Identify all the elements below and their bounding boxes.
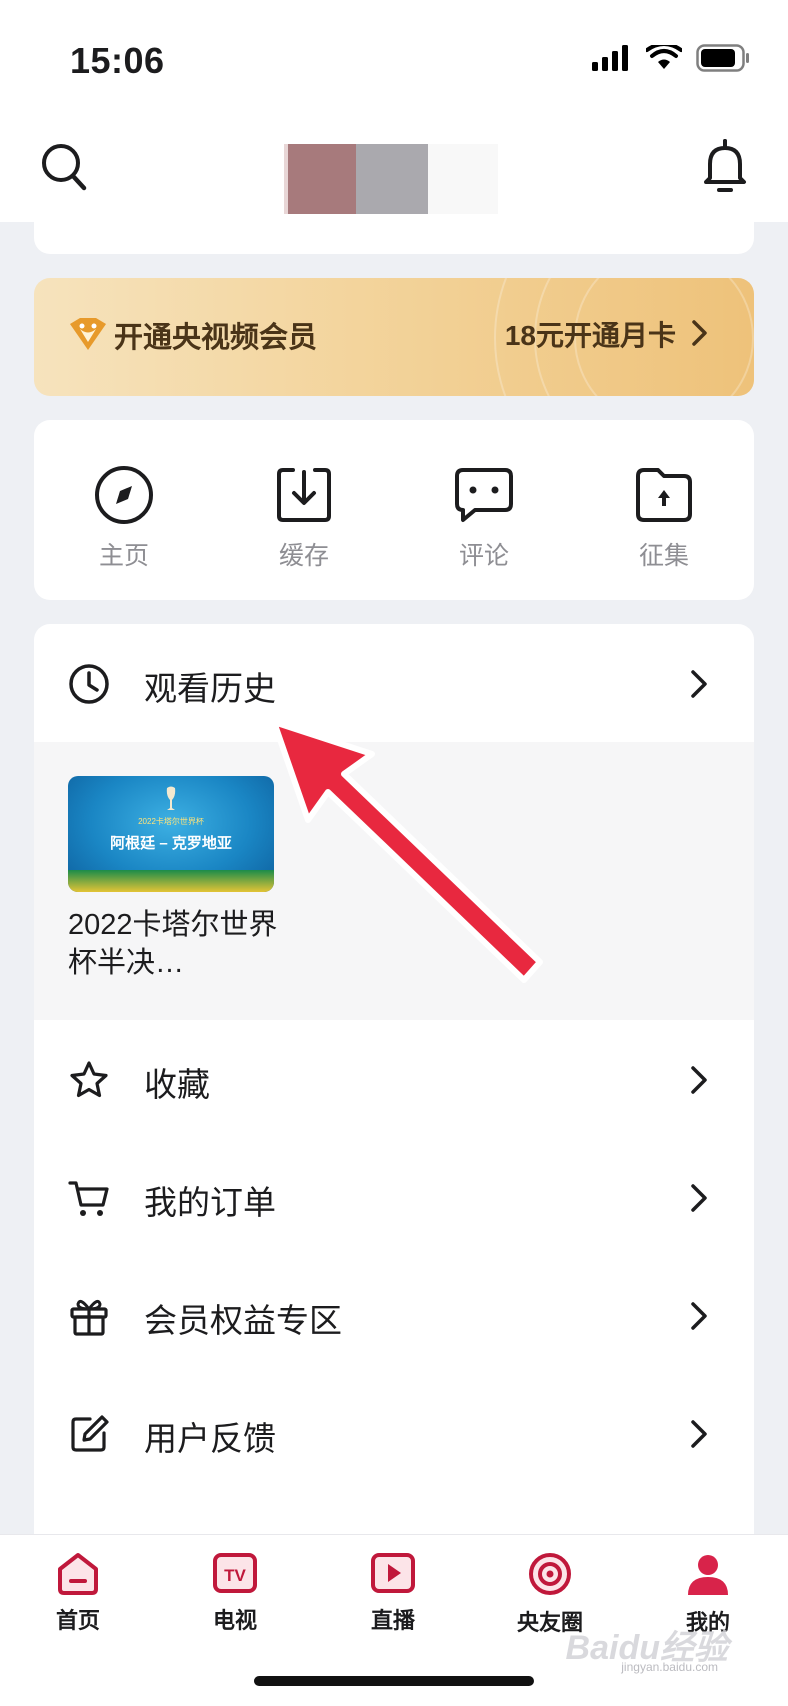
menu-item-member-benefits[interactable]: 会员权益专区 [34, 1256, 754, 1374]
quick-action-home[interactable]: 主页 [64, 464, 184, 572]
quick-action-collect[interactable]: 征集 [604, 464, 724, 572]
menu-item-label: 会员权益专区 [144, 1302, 342, 1339]
chevron-right-icon [692, 320, 707, 346]
blurred-username [284, 144, 502, 214]
vip-title: 开通央视频会员 [114, 322, 318, 354]
quick-action-comments[interactable]: 评论 [424, 464, 544, 572]
bell-icon[interactable] [702, 138, 748, 194]
annotation-arrow-icon [271, 719, 543, 983]
folder-upload-icon [636, 468, 692, 522]
thumbnail-title: 阿根廷 – 克罗地亚 [110, 835, 232, 852]
quick-action-label: 征集 [638, 542, 689, 570]
tab-label: 电视 [212, 1608, 257, 1633]
chevron-right-icon [691, 1066, 707, 1094]
quick-actions: 主页 缓存 评论 征集 [34, 420, 754, 600]
search-icon[interactable] [40, 142, 88, 192]
home-indicator[interactable] [254, 1676, 534, 1686]
status-bar: 15:06 [0, 0, 788, 118]
menu-item-feedback[interactable]: 用户反馈 [34, 1374, 754, 1492]
battery-icon [696, 44, 749, 72]
cart-icon [68, 1181, 109, 1216]
chevron-right-icon [691, 1184, 707, 1212]
trophy-icon [166, 786, 176, 810]
status-time: 15:06 [70, 40, 165, 81]
svg-text:TV: TV [224, 1566, 246, 1585]
quick-action-label: 评论 [458, 542, 509, 570]
comment-icon [455, 468, 513, 522]
tv-icon: TV [213, 1553, 257, 1593]
header [0, 118, 788, 222]
profile-card-bottom [34, 222, 754, 254]
vip-diamond-icon [70, 318, 106, 350]
signal-icon [592, 45, 628, 71]
download-icon [277, 468, 331, 522]
tab-label: 首页 [55, 1608, 100, 1633]
vip-banner[interactable]: 开通央视频会员 18元开通月卡 [34, 278, 754, 396]
gift-icon [70, 1299, 108, 1336]
thumbnail-pitch [68, 870, 274, 892]
edit-icon [71, 1415, 109, 1452]
video-title[interactable]: 2022卡塔尔世界杯半决… [68, 906, 288, 982]
menu-item-label: 用户反馈 [144, 1420, 276, 1457]
tab-tv[interactable]: TV 电视 [175, 1551, 295, 1635]
menu-item-orders[interactable]: 我的订单 [34, 1138, 754, 1256]
status-icons [592, 44, 750, 72]
circle-icon [529, 1553, 571, 1595]
tab-home[interactable]: 首页 [18, 1551, 138, 1635]
wifi-icon [646, 45, 682, 69]
watch-history-label: 观看历史 [144, 670, 276, 707]
tab-live[interactable]: 直播 [333, 1551, 453, 1635]
clock-icon [69, 664, 109, 704]
star-icon [70, 1061, 108, 1098]
menu-item-label: 我的订单 [144, 1184, 276, 1221]
live-icon [371, 1553, 415, 1593]
chevron-right-icon [691, 1420, 707, 1448]
quick-action-label: 主页 [98, 542, 149, 570]
vip-offer: 18元开通月卡 [504, 320, 676, 351]
menu-item-label: 收藏 [144, 1066, 210, 1103]
watermark-url: jingyan.baidu.com [621, 1660, 718, 1674]
compass-icon [95, 466, 153, 524]
chevron-right-icon [691, 670, 707, 698]
menu-item-favorites[interactable]: 收藏 [34, 1020, 754, 1138]
quick-action-cache[interactable]: 缓存 [244, 464, 364, 572]
home-icon [58, 1553, 98, 1595]
chevron-right-icon [691, 1302, 707, 1330]
quick-action-label: 缓存 [278, 542, 329, 570]
tab-label: 直播 [370, 1608, 415, 1633]
profile-icon [688, 1555, 728, 1595]
video-thumbnail[interactable]: 2022卡塔尔世界杯 阿根廷 – 克罗地亚 [68, 776, 274, 892]
thumbnail-subtitle: 2022卡塔尔世界杯 [138, 817, 204, 826]
